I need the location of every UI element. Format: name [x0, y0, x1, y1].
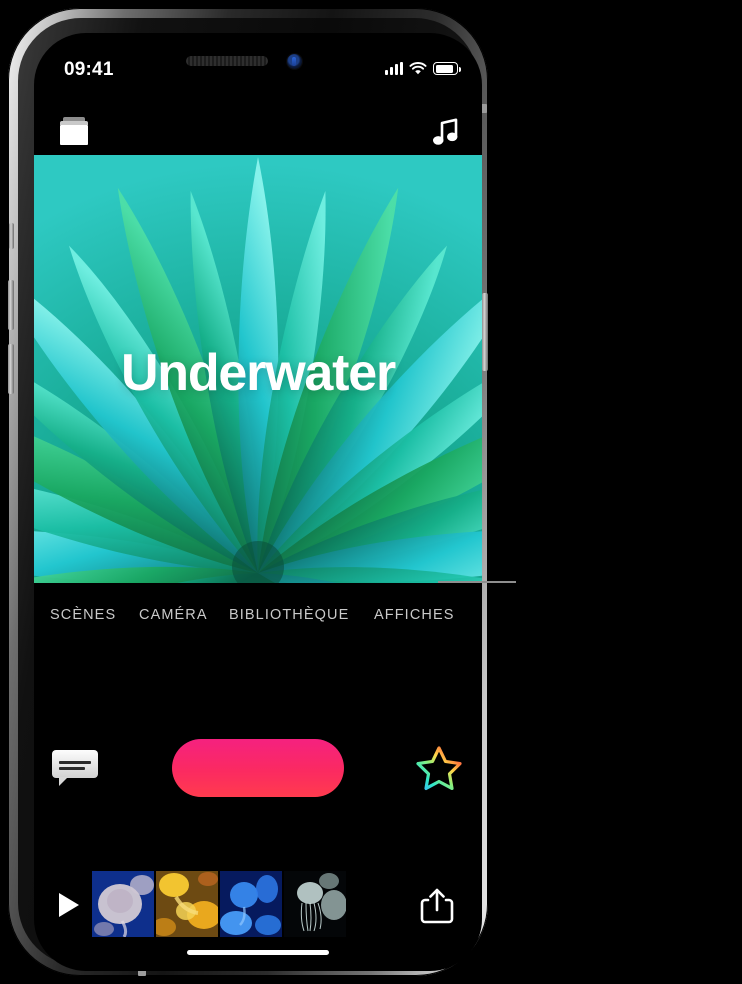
tab-library[interactable]: BIBLIOTHÈQUE: [229, 607, 349, 623]
status-bar-indicators: [385, 62, 461, 75]
record-button[interactable]: [172, 739, 344, 797]
battery-icon: [433, 62, 461, 75]
iphone-device-frame: 09:41 Underwater SCÈNES CAMÉRA BIBLIOTHÈ…: [8, 8, 488, 976]
controls-row: [34, 735, 482, 815]
clip-thumbnail-4[interactable]: [284, 871, 346, 937]
share-icon[interactable]: [420, 887, 454, 925]
screenshot-stage: 09:41 Underwater SCÈNES CAMÉRA BIBLIOTHÈ…: [0, 0, 742, 984]
text-bubble-icon[interactable]: [52, 750, 98, 786]
poster-title: Underwater: [120, 344, 396, 402]
mute-switch[interactable]: [9, 223, 14, 249]
device-screen: 09:41 Underwater SCÈNES CAMÉRA BIBLIOTHÈ…: [34, 33, 482, 971]
clip-thumbnail-2[interactable]: [156, 871, 218, 937]
music-note-icon[interactable]: [430, 115, 460, 147]
device-bezel: 09:41 Underwater SCÈNES CAMÉRA BIBLIOTHÈ…: [18, 18, 482, 971]
signal-bars-icon: [385, 62, 403, 75]
play-icon[interactable]: [59, 893, 79, 917]
volume-down-button[interactable]: [8, 344, 14, 394]
clip-thumbnails: [92, 871, 346, 937]
power-button[interactable]: [482, 293, 488, 371]
clip-thumbnail-1[interactable]: [92, 871, 154, 937]
home-indicator[interactable]: [187, 950, 329, 955]
timeline-strip: [34, 871, 482, 943]
status-bar-clock: 09:41: [64, 59, 114, 80]
callout-leader-line: [438, 581, 516, 583]
projects-folder-icon[interactable]: [58, 117, 90, 145]
rainbow-star-icon[interactable]: [414, 743, 464, 793]
poster-preview[interactable]: Underwater: [34, 155, 482, 583]
tab-camera[interactable]: CAMÉRA: [139, 607, 208, 623]
status-bar: 09:41: [34, 59, 482, 89]
clip-thumbnail-3[interactable]: [220, 871, 282, 937]
wifi-icon: [409, 62, 427, 75]
tab-scenes[interactable]: SCÈNES: [50, 607, 116, 623]
tab-posters[interactable]: AFFICHES: [374, 607, 455, 623]
tab-bar: SCÈNES CAMÉRA BIBLIOTHÈQUE AFFICHES: [34, 599, 482, 631]
volume-up-button[interactable]: [8, 280, 14, 330]
app-top-bar: [34, 109, 482, 155]
